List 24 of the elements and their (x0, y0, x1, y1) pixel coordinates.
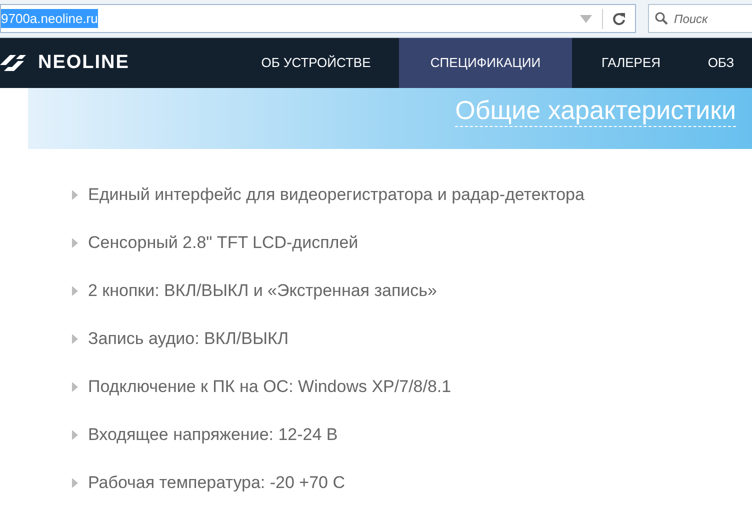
bullet-icon (72, 286, 78, 296)
bullet-icon (72, 334, 78, 344)
feature-text: Сенсорный 2.8" TFT LCD-дисплей (88, 232, 358, 254)
nav-tab[interactable]: ОБЗ (690, 38, 752, 88)
bullet-icon (72, 190, 78, 200)
bullet-icon (72, 238, 78, 248)
feature-text: Единый интерфейс для видеорегистратора и радар-детектора (88, 184, 584, 206)
bullet-icon (72, 382, 78, 392)
url-text: 9700a.neoline.ru (1, 8, 98, 28)
feature-text: Подключение к ПК на ОС: Windows XP/7/8/8.1 (88, 376, 452, 398)
nav-tab[interactable]: ОБ УСТРОЙСТВЕ (233, 38, 399, 88)
search-field[interactable]: Поиск (648, 4, 752, 33)
nav-tab[interactable]: СПЕЦИФИКАЦИИ (399, 38, 572, 88)
section-title: Общие характеристики (455, 94, 736, 127)
nav-tab[interactable]: ГАЛЕРЕЯ (572, 38, 690, 88)
logo-text: NEOLINE (38, 50, 130, 75)
feature-text: Запись аудио: ВКЛ/ВЫКЛ (88, 328, 289, 350)
bullet-icon (72, 430, 78, 440)
feature-text: Входящее напряжение: 12-24 В (88, 424, 338, 446)
search-icon (655, 12, 668, 25)
bullet-icon (72, 478, 78, 488)
feature-text: 2 кнопки: ВКЛ/ВЫКЛ и «Экстренная запись» (88, 280, 437, 302)
reload-icon[interactable] (612, 12, 626, 26)
feature-text: Рабочая температура: -20 +70 С (88, 472, 345, 494)
